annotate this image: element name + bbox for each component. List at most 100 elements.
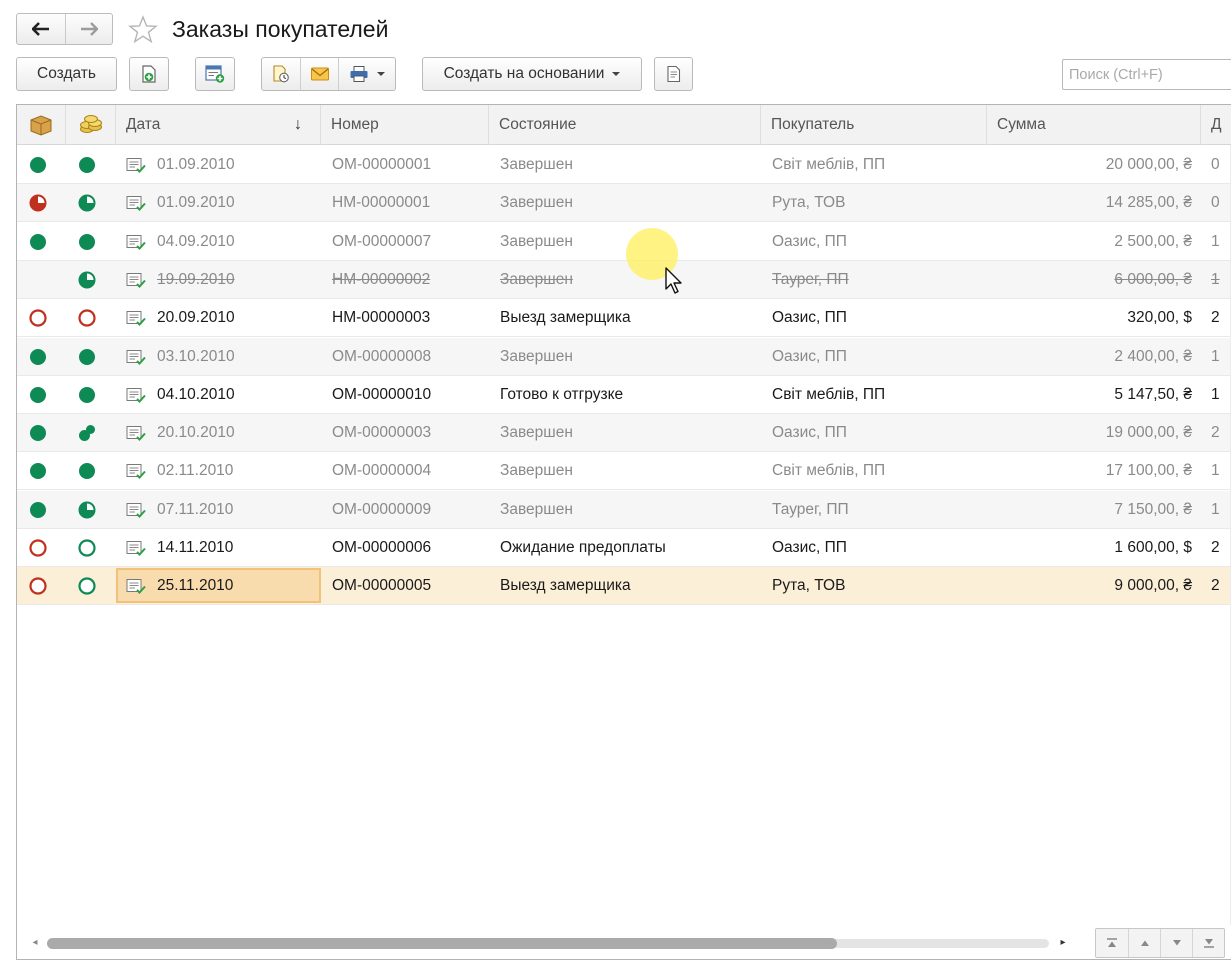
col-number-header[interactable]: Номер bbox=[321, 105, 489, 145]
posted-document-icon bbox=[126, 502, 146, 519]
favorite-star-button[interactable] bbox=[128, 14, 158, 44]
cell-sum: 9 000,00, ₴ bbox=[1114, 577, 1192, 595]
shipment-status-complete-icon bbox=[29, 348, 47, 366]
cell-date: 14.11.2010 bbox=[157, 539, 234, 556]
forward-button[interactable] bbox=[64, 14, 113, 44]
cell-customer: Світ меблів, ПП bbox=[772, 385, 886, 403]
posted-document-icon bbox=[126, 195, 146, 212]
payment-status-not-started-icon bbox=[78, 539, 96, 557]
table-row[interactable]: 20.10.2010 ОМ-00000003 Завершен Оазис, ПП 19… bbox=[17, 414, 1231, 453]
shipment-status-complete-icon bbox=[29, 386, 47, 404]
page-up-icon bbox=[1140, 940, 1149, 946]
scroll-thumb[interactable] bbox=[47, 938, 837, 949]
cell-overflow: 1 bbox=[1211, 270, 1220, 288]
table-row[interactable]: 01.09.2010 ОМ-00000001 Завершен Світ меблів… bbox=[17, 146, 1231, 184]
shipment-status-complete-icon bbox=[29, 501, 47, 519]
report-clock-icon bbox=[273, 65, 289, 83]
cell-number: ОМ-00000009 bbox=[332, 500, 432, 518]
posted-document-icon bbox=[126, 349, 146, 366]
table-row[interactable]: 14.11.2010 ОМ-00000006 Ожидание предоплаты… bbox=[17, 529, 1231, 567]
table-row[interactable]: 20.09.2010 НМ-00000003 Выезд замерщика Оази… bbox=[17, 299, 1231, 338]
report-actions-group bbox=[261, 57, 396, 91]
table-row[interactable]: 04.09.2010 ОМ-00000007 Завершен Оазис, ПП 2 … bbox=[17, 222, 1231, 261]
send-email-button[interactable] bbox=[300, 58, 338, 90]
page-down-button[interactable] bbox=[1160, 929, 1192, 957]
table-row[interactable]: 01.09.2010 НМ-00000001 Завершен Рута, ТОВ 14… bbox=[17, 184, 1231, 223]
col-overflow-header[interactable]: Д bbox=[1201, 105, 1231, 145]
scroll-right-icon[interactable]: ▸ bbox=[1057, 936, 1069, 950]
cell-number: ОМ-00000010 bbox=[332, 385, 432, 403]
cell-number: ОМ-00000006 bbox=[332, 539, 432, 556]
table-row[interactable]: 02.11.2010 ОМ-00000004 Завершен Світ меблів… bbox=[17, 452, 1231, 491]
posted-document-icon bbox=[126, 540, 146, 557]
arrow-right-icon bbox=[80, 22, 98, 36]
posted-document-icon bbox=[126, 234, 146, 251]
last-page-button[interactable] bbox=[1192, 929, 1224, 957]
report-button[interactable] bbox=[262, 58, 300, 90]
cell-overflow: 1 bbox=[1211, 500, 1220, 518]
last-page-icon bbox=[1203, 939, 1214, 948]
cell-customer: Оазис, ПП bbox=[772, 424, 847, 442]
cell-state: Завершен bbox=[500, 462, 573, 480]
cell-customer: Рута, ТОВ bbox=[772, 194, 846, 212]
first-page-icon bbox=[1107, 938, 1117, 947]
cell-number: НМ-00000003 bbox=[332, 309, 431, 327]
cell-date: 20.10.2010 bbox=[157, 424, 235, 442]
table-row[interactable]: 03.10.2010 ОМ-00000008 Завершен Оазис, ПП 2 … bbox=[17, 337, 1231, 376]
add-to-list-button[interactable] bbox=[195, 57, 235, 91]
table-row[interactable]: 25.11.2010 ОМ-00000005 Выезд замерщика Рута… bbox=[17, 567, 1231, 606]
table-row[interactable]: 19.09.2010 НМ-00000002 Завершен Таурег, ПП 6… bbox=[17, 260, 1231, 299]
shipment-status-complete-icon bbox=[29, 156, 47, 174]
col-payment-header[interactable] bbox=[66, 105, 116, 145]
scroll-left-icon[interactable]: ◂ bbox=[29, 936, 41, 950]
chevron-down-icon bbox=[612, 72, 621, 76]
print-button[interactable] bbox=[338, 58, 395, 90]
copy-button[interactable] bbox=[129, 57, 169, 91]
cell-state: Завершен bbox=[500, 424, 573, 442]
cell-overflow: 2 bbox=[1211, 424, 1220, 442]
col-state-header[interactable]: Состояние bbox=[489, 105, 761, 145]
box-icon bbox=[30, 115, 52, 136]
create-based-on-button[interactable]: Создать на основании bbox=[422, 57, 642, 91]
cell-overflow: 2 bbox=[1211, 309, 1220, 327]
cell-state: Завершен bbox=[500, 347, 573, 365]
cell-overflow: 1 bbox=[1211, 347, 1220, 365]
payment-status-partial-icon bbox=[78, 271, 96, 289]
back-button[interactable] bbox=[17, 14, 65, 44]
posted-document-icon bbox=[126, 578, 146, 595]
page-up-button[interactable] bbox=[1128, 929, 1160, 957]
cell-number: ОМ-00000007 bbox=[332, 232, 432, 250]
payment-status-split-icon bbox=[78, 424, 96, 442]
mail-icon bbox=[310, 67, 329, 81]
col-shipment-header[interactable] bbox=[17, 105, 66, 145]
col-customer-header[interactable]: Покупатель bbox=[761, 105, 987, 145]
create-based-on-label: Создать на основании bbox=[443, 65, 605, 82]
coins-icon bbox=[80, 115, 102, 133]
document-icon bbox=[666, 65, 680, 83]
structure-button[interactable] bbox=[654, 57, 693, 91]
create-button[interactable]: Создать bbox=[16, 57, 117, 91]
col-date-header[interactable]: Дата ↓ bbox=[116, 105, 321, 145]
pager-buttons bbox=[1095, 928, 1225, 958]
orders-table: Дата ↓ Номер Состояние Покупатель Сумма … bbox=[16, 104, 1231, 960]
cell-date: 01.09.2010 bbox=[157, 194, 235, 212]
cell-overflow: 2 bbox=[1211, 577, 1220, 595]
cell-customer: Рута, ТОВ bbox=[772, 577, 846, 595]
first-page-button[interactable] bbox=[1096, 929, 1128, 957]
cell-date: 03.10.2010 bbox=[157, 347, 235, 365]
col-sum-header[interactable]: Сумма bbox=[987, 105, 1201, 145]
cell-overflow: 0 bbox=[1211, 194, 1220, 212]
cell-sum: 14 285,00, ₴ bbox=[1105, 194, 1192, 212]
table-row[interactable]: 04.10.2010 ОМ-00000010 Готово к отгрузке Св… bbox=[17, 375, 1231, 414]
search-input[interactable] bbox=[1062, 59, 1231, 90]
cell-date: 04.09.2010 bbox=[157, 232, 235, 250]
posted-document-icon bbox=[126, 157, 146, 174]
cell-state: Выезд замерщика bbox=[500, 309, 631, 327]
cell-date: 01.09.2010 bbox=[157, 156, 235, 173]
cell-date: 04.10.2010 bbox=[157, 385, 235, 403]
shipment-status-complete-icon bbox=[29, 233, 47, 251]
cell-customer: Світ меблів, ПП bbox=[772, 156, 886, 173]
table-row[interactable]: 07.11.2010 ОМ-00000009 Завершен Таурег, ПП 7… bbox=[17, 490, 1231, 529]
horizontal-scrollbar[interactable]: ◂ ▸ bbox=[27, 934, 1067, 952]
cell-state: Выезд замерщика bbox=[500, 577, 631, 595]
